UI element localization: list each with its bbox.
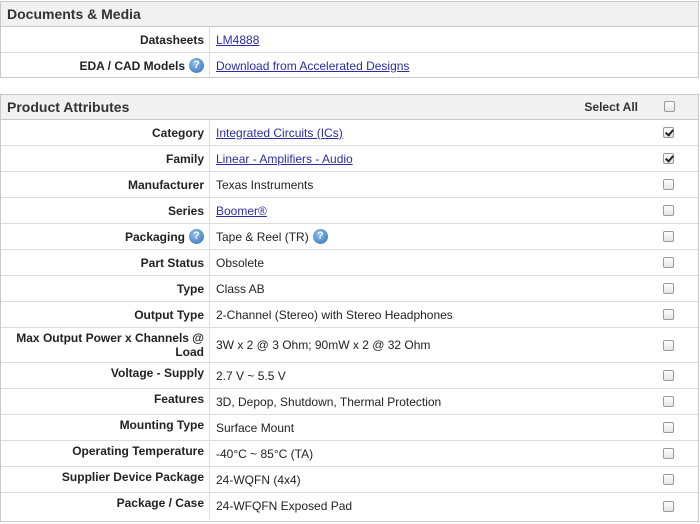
features-checkbox[interactable] — [662, 396, 674, 407]
attr-row-package-case: Package / Case 24-WFQFN Exposed Pad — [1, 493, 698, 519]
output-type-checkbox[interactable] — [662, 309, 674, 320]
attr-label: Supplier Device Package — [1, 467, 210, 492]
attr-label: Package / Case — [1, 493, 210, 519]
datasheet-link[interactable]: LM4888 — [216, 33, 259, 47]
attr-label: Datasheets — [1, 27, 210, 52]
attr-row-features: Features 3D, Depop, Shutdown, Thermal Pr… — [1, 389, 698, 415]
attr-label: Mounting Type — [1, 415, 210, 440]
attr-row-supplier-device-package: Supplier Device Package 24-WQFN (4x4) — [1, 467, 698, 493]
category-link[interactable]: Integrated Circuits (ICs) — [216, 126, 343, 140]
attr-row-manufacturer: Manufacturer Texas Instruments — [1, 172, 698, 198]
attr-value: 24-WFQFN Exposed Pad — [216, 499, 353, 513]
select-all-checkbox[interactable] — [664, 101, 675, 112]
supplier-device-package-checkbox[interactable] — [662, 474, 674, 485]
documents-media-section: Documents & Media Datasheets LM4888 EDA … — [0, 1, 699, 78]
attr-label: Operating Temperature — [1, 441, 210, 466]
help-icon[interactable]: ? — [189, 229, 204, 244]
series-link[interactable]: Boomer® — [216, 204, 267, 218]
family-link[interactable]: Linear - Amplifiers - Audio — [216, 152, 353, 166]
type-checkbox[interactable] — [662, 283, 674, 294]
product-attributes-header: Product Attributes Select All — [1, 95, 698, 120]
attr-row-voltage-supply: Voltage - Supply 2.7 V ~ 5.5 V — [1, 363, 698, 389]
package-case-checkbox[interactable] — [662, 500, 674, 512]
attr-row-category: Category Integrated Circuits (ICs) — [1, 120, 698, 146]
attr-value: Texas Instruments — [216, 177, 314, 192]
attr-value: 3W x 2 @ 3 Ohm; 90mW x 2 @ 32 Ohm — [216, 338, 431, 352]
attr-label-text: Packaging — [124, 229, 185, 244]
attr-value: 3D, Depop, Shutdown, Thermal Protection — [216, 394, 442, 409]
attr-row-mounting-type: Mounting Type Surface Mount — [1, 415, 698, 441]
attr-label: Series — [1, 198, 210, 223]
attr-label: Category — [1, 120, 210, 145]
attr-label: Voltage - Supply — [1, 363, 210, 388]
attr-row-type: Type Class AB — [1, 276, 698, 302]
part-status-checkbox[interactable] — [662, 257, 674, 268]
attr-label: EDA / CAD Models? — [1, 53, 210, 78]
attr-value: 2.7 V ~ 5.5 V — [216, 368, 286, 383]
help-icon[interactable]: ? — [312, 229, 328, 244]
voltage-supply-checkbox[interactable] — [662, 370, 674, 381]
eda-cad-row: EDA / CAD Models? Download from Accelera… — [1, 53, 698, 78]
datasheets-row: Datasheets LM4888 — [1, 27, 698, 53]
attr-value: Obsolete — [216, 255, 265, 270]
select-all-label: Select All — [584, 100, 638, 114]
attr-row-family: Family Linear - Amplifiers - Audio — [1, 146, 698, 172]
attr-row-series: Series Boomer® — [1, 198, 698, 224]
attr-value: -40°C ~ 85°C (TA) — [216, 446, 314, 461]
manufacturer-checkbox[interactable] — [662, 179, 674, 190]
attr-row-packaging: Packaging? Tape & Reel (TR)? — [1, 224, 698, 250]
category-checkbox[interactable] — [662, 127, 674, 138]
operating-temperature-checkbox[interactable] — [662, 448, 674, 459]
attr-label: Features — [1, 389, 210, 414]
attr-value: Class AB — [216, 281, 265, 296]
attr-row-operating-temperature: Operating Temperature -40°C ~ 85°C (TA) — [1, 441, 698, 467]
attr-value: 24-WQFN (4x4) — [216, 472, 301, 487]
attr-row-output-type: Output Type 2-Channel (Stereo) with Ster… — [1, 302, 698, 328]
family-checkbox[interactable] — [662, 153, 674, 164]
documents-media-header: Documents & Media — [1, 2, 698, 27]
attr-label: Packaging? — [1, 224, 210, 249]
download-models-link[interactable]: Download from Accelerated Designs — [216, 59, 409, 73]
product-attributes-section: Product Attributes Select All Category I… — [0, 94, 699, 522]
attr-label: Type — [1, 276, 210, 301]
section-title: Product Attributes — [7, 99, 130, 115]
attr-label: Part Status — [1, 250, 210, 275]
mounting-type-checkbox[interactable] — [662, 422, 674, 433]
attr-value: 2-Channel (Stereo) with Stereo Headphone… — [216, 307, 453, 322]
attr-label: Family — [1, 146, 210, 171]
attr-label-text: EDA / CAD Models — [79, 58, 185, 73]
attr-label: Max Output Power x Channels @ Load — [1, 328, 210, 362]
attr-value: Tape & Reel (TR) — [216, 229, 309, 244]
attr-row-max-output-power: Max Output Power x Channels @ Load 3W x … — [1, 328, 698, 363]
series-checkbox[interactable] — [662, 205, 674, 216]
packaging-checkbox[interactable] — [662, 231, 674, 242]
section-title: Documents & Media — [7, 6, 141, 22]
attr-label: Manufacturer — [1, 172, 210, 197]
max-output-power-checkbox[interactable] — [662, 339, 674, 351]
attr-value: Surface Mount — [216, 420, 295, 435]
help-icon[interactable]: ? — [189, 58, 204, 73]
attr-row-part-status: Part Status Obsolete — [1, 250, 698, 276]
attr-label: Output Type — [1, 302, 210, 327]
